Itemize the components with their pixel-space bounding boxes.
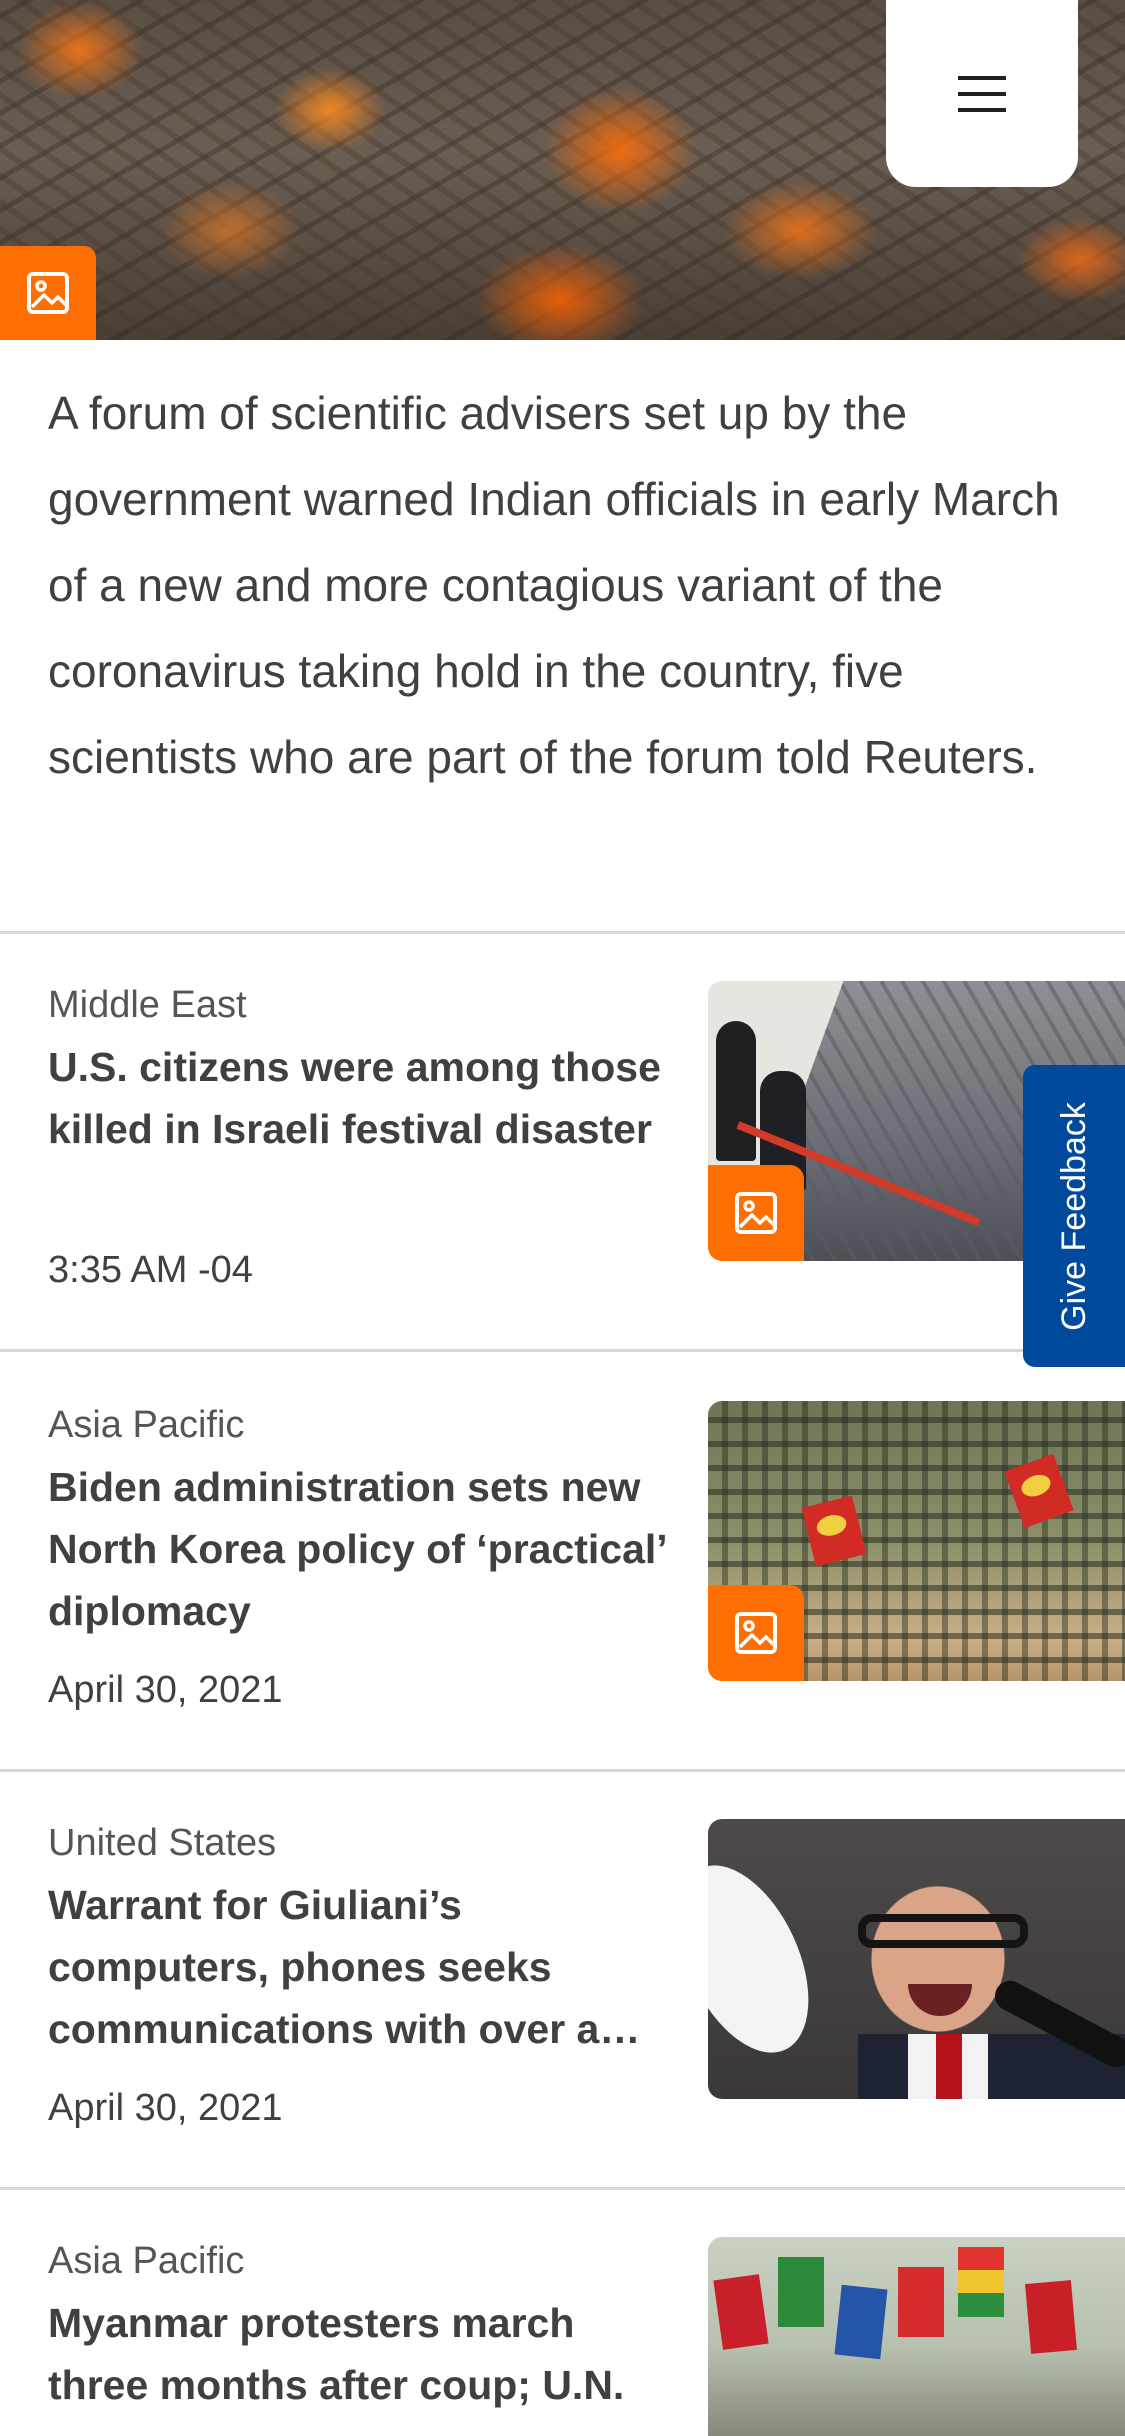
story-card[interactable]: Asia Pacific Myanmar protesters march th… <box>0 2237 1125 2436</box>
story-section[interactable]: United States <box>48 1819 276 1867</box>
story-section[interactable]: Asia Pacific <box>48 1401 244 1449</box>
story-headline[interactable]: U.S. citizens were among those killed in… <box>48 1036 678 1160</box>
divider <box>0 1349 1125 1352</box>
story-timestamp: April 30, 2021 <box>48 2087 283 2129</box>
article-lede: A forum of scientific advisers set up by… <box>48 387 1060 783</box>
thumbnail-flag <box>1004 1453 1074 1529</box>
thumbnail-glasses <box>858 1914 1028 1948</box>
thumbnail-figure <box>716 1021 756 1161</box>
give-feedback-button[interactable]: Give Feedback <box>1023 1065 1125 1367</box>
story-card[interactable]: United States Warrant for Giuliani’s com… <box>0 1819 1125 2189</box>
image-icon <box>27 272 69 314</box>
thumbnail-flag <box>778 2257 824 2327</box>
thumbnail-flag <box>958 2247 1004 2317</box>
image-icon <box>735 1612 777 1654</box>
menu-button[interactable] <box>886 0 1078 187</box>
thumbnail-flag <box>834 2284 888 2360</box>
hamburger-menu-icon <box>958 75 1006 112</box>
divider <box>0 931 1125 934</box>
divider <box>0 2187 1125 2190</box>
image-icon <box>735 1192 777 1234</box>
story-thumbnail[interactable] <box>708 1819 1125 2099</box>
thumbnail-flag <box>801 1495 867 1567</box>
gallery-badge[interactable] <box>708 1585 804 1681</box>
story-timestamp: April 30, 2021 <box>48 1669 283 1711</box>
hero-image[interactable] <box>0 0 1125 340</box>
story-headline[interactable]: Warrant for Giuliani’s computers, phones… <box>48 1874 678 2060</box>
thumbnail-mouth <box>908 1984 972 2016</box>
thumbnail-tie <box>936 2034 962 2099</box>
story-section[interactable]: Asia Pacific <box>48 2237 244 2285</box>
story-card[interactable]: Asia Pacific Biden administration sets n… <box>0 1401 1125 1771</box>
gallery-badge[interactable] <box>0 246 96 340</box>
story-section[interactable]: Middle East <box>48 981 247 1029</box>
story-headline[interactable]: Myanmar protesters march three months af… <box>48 2292 678 2416</box>
story-thumbnail[interactable] <box>708 2237 1125 2436</box>
thumbnail-flag <box>898 2267 944 2337</box>
story-card[interactable]: Middle East U.S. citizens were among tho… <box>0 981 1125 1351</box>
story-thumbnail[interactable] <box>708 1401 1125 1681</box>
give-feedback-label: Give Feedback <box>1054 1101 1093 1331</box>
story-headline[interactable]: Biden administration sets new North Kore… <box>48 1456 678 1642</box>
gallery-badge[interactable] <box>708 1165 804 1261</box>
thumbnail-flash <box>708 1845 836 2073</box>
thumbnail-flag <box>713 2274 769 2350</box>
divider <box>0 1769 1125 1772</box>
thumbnail-flag <box>1025 2280 1077 2354</box>
story-timestamp: 3:35 AM -04 <box>48 1249 253 1291</box>
